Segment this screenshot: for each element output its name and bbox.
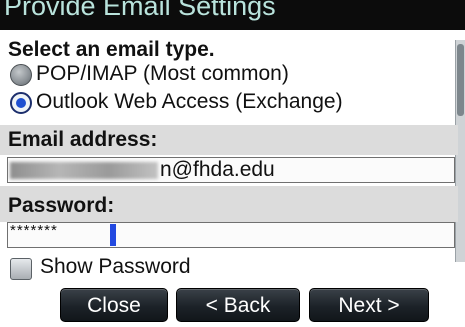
email-address-label: Email address: — [8, 128, 158, 151]
radio-option-outlook-web-access[interactable]: Outlook Web Access (Exchange) — [8, 90, 448, 116]
show-password-label[interactable]: Show Password — [40, 255, 191, 279]
window-title: Provide Email Settings — [4, 0, 276, 21]
password-field[interactable]: ******* — [7, 222, 455, 248]
title-bar: Provide Email Settings — [0, 0, 465, 30]
text-cursor — [110, 224, 116, 246]
next-button[interactable]: Next > — [309, 288, 429, 322]
radio-dot-icon — [16, 98, 26, 108]
redacted-email-prefix — [10, 162, 158, 179]
password-label: Password: — [8, 194, 115, 217]
scrollbar-thumb[interactable] — [457, 44, 464, 116]
radio-label-outlook-web-access: Outlook Web Access (Exchange) — [36, 90, 343, 113]
password-masked-value: ******* — [10, 222, 58, 239]
email-type-prompt: Select an email type. — [8, 38, 215, 61]
radio-label-pop-imap: POP/IMAP (Most common) — [36, 62, 289, 85]
show-password-checkbox[interactable] — [10, 258, 32, 280]
close-button[interactable]: Close — [60, 288, 168, 322]
radio-option-pop-imap[interactable]: POP/IMAP (Most common) — [8, 62, 448, 88]
email-address-value: n@fhda.edu — [160, 158, 275, 181]
back-button[interactable]: < Back — [176, 288, 300, 322]
radio-button-selected-icon[interactable] — [10, 92, 32, 114]
radio-button-icon[interactable] — [10, 64, 32, 86]
email-address-field[interactable]: n@fhda.edu — [7, 157, 455, 183]
